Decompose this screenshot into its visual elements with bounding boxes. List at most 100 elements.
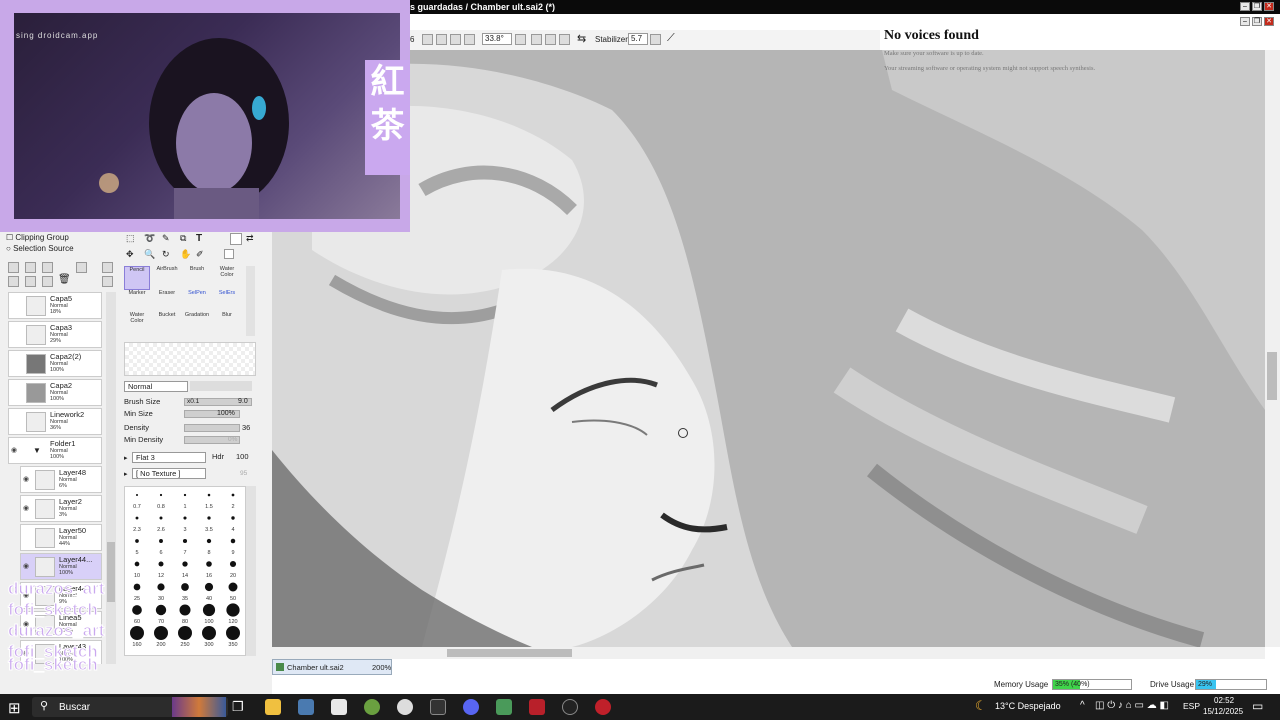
- brush-size-dot[interactable]: [206, 561, 212, 567]
- doc-restore-button[interactable]: ❐: [1252, 17, 1262, 26]
- obs-icon[interactable]: [562, 699, 578, 715]
- lasso-icon[interactable]: ➰: [144, 233, 155, 244]
- brush-size-dot[interactable]: [158, 561, 164, 567]
- horizontal-scroll-thumb[interactable]: [447, 649, 572, 657]
- clipping-group-checkbox[interactable]: ☐ Clipping Group: [6, 233, 69, 242]
- tool-grid-scrollbar[interactable]: [246, 266, 255, 336]
- file-tab[interactable]: Chamber ult.sai2 200%: [272, 659, 392, 675]
- clear-layer-button[interactable]: [42, 276, 53, 287]
- brush-size-dot[interactable]: [183, 516, 187, 520]
- layer-options-button[interactable]: [76, 262, 87, 273]
- eye-icon[interactable]: ◉: [23, 504, 33, 512]
- zoom-out-icon[interactable]: [422, 34, 433, 45]
- language-indicator[interactable]: ESP: [1183, 701, 1200, 711]
- app-icon-5[interactable]: [430, 699, 446, 715]
- brush-size-dot[interactable]: [183, 493, 187, 497]
- app-icon-1[interactable]: [298, 699, 314, 715]
- eye-icon[interactable]: ◉: [23, 562, 33, 570]
- rotate-reset-button[interactable]: [559, 34, 570, 45]
- brush-size-dot[interactable]: [207, 516, 211, 520]
- brush-size-dot[interactable]: [159, 516, 163, 520]
- magic-wand-icon[interactable]: ✎: [162, 233, 170, 244]
- brush-shape-select[interactable]: Flat 3: [132, 452, 206, 463]
- app-icon-7[interactable]: [529, 699, 545, 715]
- swap-colors-icon[interactable]: ⇄: [246, 233, 254, 244]
- brush-size-dot[interactable]: [134, 561, 140, 567]
- clock-time[interactable]: 02:52: [1214, 696, 1234, 705]
- density-slider[interactable]: [184, 424, 240, 432]
- brush-size-dot[interactable]: [135, 493, 139, 497]
- brush-size-dot[interactable]: [207, 493, 211, 497]
- texture-expand-icon[interactable]: ▸: [124, 470, 128, 478]
- doc-close-button[interactable]: ✕: [1264, 17, 1274, 26]
- stabilizer-dropdown-icon[interactable]: [650, 34, 661, 45]
- tool-selers[interactable]: SelErs: [214, 290, 240, 314]
- stabilizer-field[interactable]: 5.7: [628, 33, 648, 45]
- texture-select[interactable]: [ No Texture ]: [132, 468, 206, 479]
- folder-item[interactable]: ◉ ▼ Folder1 Normal 100%: [8, 437, 102, 464]
- layer-item[interactable]: Layer50 Normal 44%: [20, 524, 102, 551]
- brush-size-dot[interactable]: [229, 560, 237, 568]
- tool-bucket[interactable]: Bucket: [154, 312, 180, 336]
- folder-expand-icon[interactable]: ▼: [33, 446, 41, 455]
- text-tool-icon[interactable]: T: [196, 233, 202, 244]
- brush-tip-shapes[interactable]: [190, 381, 252, 391]
- tray-icons[interactable]: ◫ ⏻ ♪ ⌂ ▭ ☁ ◧: [1095, 700, 1169, 711]
- rotate-right-button[interactable]: [545, 34, 556, 45]
- tool-selpen[interactable]: SelPen: [184, 290, 210, 314]
- layer-item-selected[interactable]: ◉ Layer44... Normal 100%: [20, 553, 102, 580]
- taskbar-search[interactable]: ⚲ Buscar: [32, 697, 228, 717]
- transform-icon[interactable]: ⧉: [180, 233, 186, 244]
- brush-size-dot[interactable]: [159, 493, 163, 497]
- brush-size-dot[interactable]: [182, 538, 188, 544]
- primary-color-swatch[interactable]: [230, 233, 242, 245]
- task-view-icon[interactable]: ❐: [232, 699, 244, 715]
- tool-eraser[interactable]: Eraser: [154, 290, 180, 314]
- shape-expand-icon[interactable]: ▸: [124, 454, 128, 462]
- new-layer-button[interactable]: [8, 262, 19, 273]
- brush-size-dot[interactable]: [206, 538, 212, 544]
- tool-watercolor-2[interactable]: Water Color: [124, 312, 150, 336]
- tool-marker[interactable]: Marker: [124, 290, 150, 314]
- layer-item[interactable]: ◉ Layer48 Normal 6%: [20, 466, 102, 493]
- trash-icon[interactable]: 🗑: [58, 274, 71, 285]
- vertical-scroll-thumb[interactable]: [1267, 352, 1277, 400]
- secondary-color-swatch[interactable]: [224, 249, 234, 259]
- zoom-icon[interactable]: 🔍: [144, 249, 155, 260]
- eye-icon[interactable]: ◉: [11, 446, 21, 454]
- blend-mode-select[interactable]: Normal: [124, 381, 188, 392]
- new-folder-button[interactable]: [42, 262, 53, 273]
- tool-gradation[interactable]: Gradation: [184, 312, 210, 336]
- layer-item[interactable]: Capa5 Normal 18%: [8, 292, 102, 319]
- select-rect-icon[interactable]: ⬚: [126, 233, 135, 244]
- tool-watercolor[interactable]: Water Color: [214, 266, 240, 290]
- close-button[interactable]: ✕: [1264, 2, 1274, 11]
- clock-date[interactable]: 15/12/2025: [1203, 707, 1243, 716]
- rotation-dropdown-icon[interactable]: [515, 34, 526, 45]
- new-linework-button[interactable]: [25, 262, 36, 273]
- restore-button[interactable]: ❐: [1252, 2, 1262, 11]
- horizontal-scrollbar[interactable]: [272, 647, 1265, 659]
- tool-blur[interactable]: Blur: [214, 312, 240, 336]
- eyedropper-icon[interactable]: ✐: [196, 249, 204, 260]
- hand-icon[interactable]: ✋: [180, 249, 191, 260]
- merge-down-button[interactable]: [25, 276, 36, 287]
- drawing-canvas[interactable]: [272, 50, 1265, 647]
- layer-item[interactable]: Capa3 Normal 29%: [8, 321, 102, 348]
- app-icon-3[interactable]: [364, 699, 380, 715]
- app-icon-6[interactable]: [496, 699, 512, 715]
- brush-size-dot[interactable]: [182, 561, 188, 567]
- minimize-button[interactable]: –: [1240, 2, 1250, 11]
- transfer-down-button[interactable]: [8, 276, 19, 287]
- rotate-icon[interactable]: ↻: [162, 249, 170, 260]
- rotation-field[interactable]: 33.8°: [482, 33, 512, 45]
- eye-icon[interactable]: ◉: [23, 475, 33, 483]
- tool-airbrush[interactable]: AirBrush: [154, 266, 180, 290]
- discord-icon[interactable]: [463, 699, 479, 715]
- brush-size-dot[interactable]: [135, 539, 139, 543]
- move-icon[interactable]: ✥: [126, 249, 134, 260]
- layer-panel-icon-2[interactable]: [102, 276, 113, 287]
- layer-item[interactable]: Linework2 Normal 36%: [8, 408, 102, 435]
- app-icon-2[interactable]: [331, 699, 347, 715]
- rotate-left-button[interactable]: [531, 34, 542, 45]
